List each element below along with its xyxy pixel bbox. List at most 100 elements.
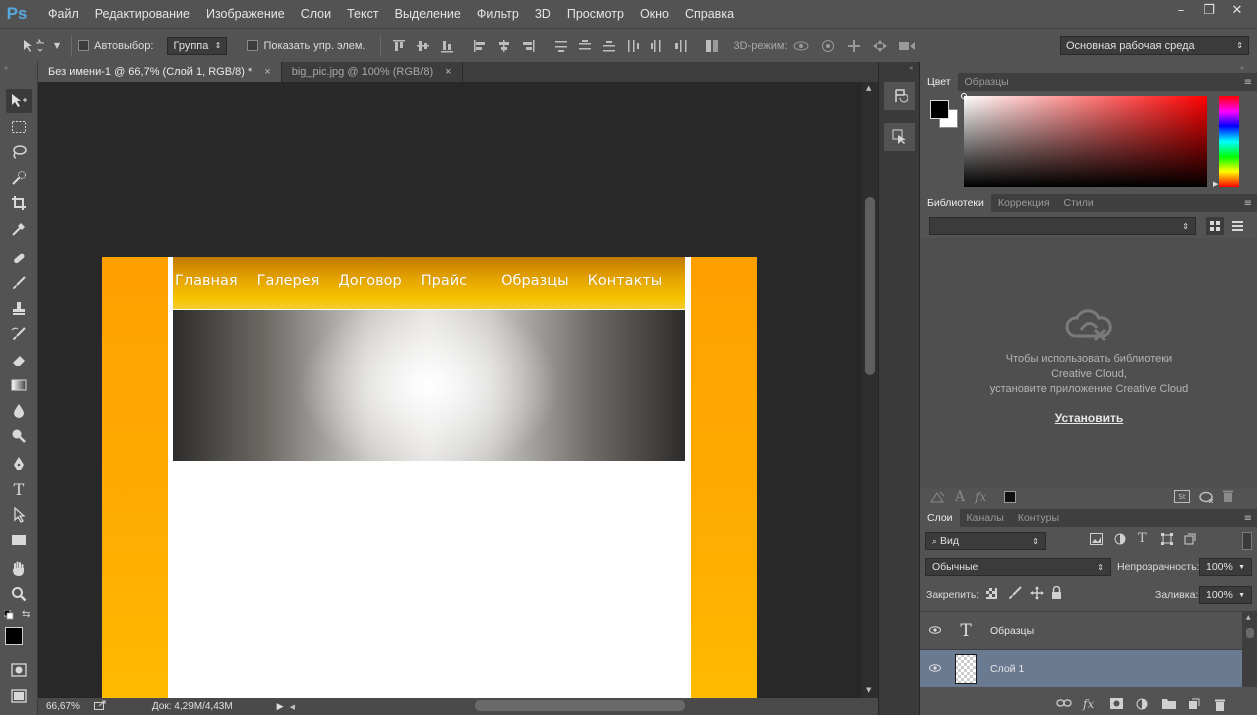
crop-tool-icon[interactable] bbox=[6, 191, 32, 215]
eyedropper-tool-icon[interactable] bbox=[6, 217, 32, 241]
horizontal-scroll-thumb[interactable] bbox=[475, 700, 685, 711]
color-panel-foreground-swatch-top[interactable] bbox=[930, 100, 949, 119]
tab-channels[interactable]: Каналы bbox=[960, 509, 1011, 527]
tab-untitled-1[interactable]: Без имени-1 @ 66,7% (Слой 1, RGB/8) * × bbox=[38, 62, 282, 82]
fill-input[interactable]: 100% ▼ bbox=[1199, 586, 1252, 604]
panel-menu-icon[interactable]: ≡ bbox=[1244, 77, 1252, 88]
document-canvas[interactable]: Главная Галерея Договор Прайс Образцы Ко… bbox=[102, 257, 757, 698]
tab-swatches[interactable]: Образцы bbox=[958, 73, 1016, 91]
minimize-button[interactable]: – bbox=[1167, 0, 1195, 20]
3d-rotate-icon[interactable] bbox=[792, 39, 810, 53]
3d-slide-icon[interactable] bbox=[872, 39, 888, 53]
chevron-down-icon[interactable]: ▼ bbox=[54, 41, 60, 50]
add-color-icon[interactable] bbox=[1004, 491, 1016, 503]
link-layers-icon[interactable] bbox=[1056, 698, 1072, 708]
cc-sync-icon[interactable] bbox=[1198, 489, 1214, 503]
path-selection-tool-icon[interactable] bbox=[6, 503, 32, 527]
add-mask-icon[interactable] bbox=[1110, 698, 1123, 709]
add-character-style-icon[interactable]: A bbox=[955, 489, 965, 505]
dodge-tool-icon[interactable] bbox=[6, 424, 32, 448]
chevron-down-icon[interactable]: ▼ bbox=[1238, 592, 1245, 599]
panel-menu-icon[interactable]: ≡ bbox=[1244, 198, 1252, 209]
chevron-down-icon[interactable]: ▼ bbox=[1238, 564, 1245, 571]
new-adjustment-layer-icon[interactable] bbox=[1136, 698, 1148, 710]
workspace-dropdown[interactable]: Основная рабочая среда ⇕ bbox=[1060, 36, 1249, 55]
distribute-vcenter-icon[interactable] bbox=[578, 39, 592, 53]
scroll-left-icon[interactable]: ◀ bbox=[290, 703, 295, 711]
menu-filter[interactable]: Фильтр bbox=[477, 7, 519, 21]
opacity-input[interactable]: 100% ▼ bbox=[1199, 558, 1252, 576]
default-colors-icon[interactable] bbox=[3, 609, 14, 620]
menu-image[interactable]: Изображение bbox=[206, 7, 285, 21]
auto-align-icon[interactable] bbox=[705, 39, 719, 53]
collapse-arrows-icon[interactable]: » bbox=[4, 64, 8, 72]
lasso-tool-icon[interactable] bbox=[6, 140, 32, 164]
distribute-right-icon[interactable] bbox=[674, 39, 688, 53]
tab-layers[interactable]: Слои bbox=[920, 509, 960, 527]
show-controls-checkbox[interactable] bbox=[247, 40, 259, 51]
collapse-arrows-icon[interactable]: « bbox=[909, 64, 913, 72]
rectangle-tool-icon[interactable] bbox=[6, 528, 32, 552]
menu-select[interactable]: Выделение bbox=[395, 7, 461, 21]
tab-big-pic[interactable]: big_pic.jpg @ 100% (RGB/8) × bbox=[282, 62, 463, 82]
eye-visibility-icon[interactable] bbox=[920, 624, 950, 637]
lock-transparent-pixels-icon[interactable] bbox=[986, 588, 997, 599]
align-top-icon[interactable] bbox=[392, 39, 406, 53]
distribute-left-icon[interactable] bbox=[626, 39, 640, 53]
gradient-tool-icon[interactable] bbox=[6, 373, 32, 397]
filter-type-layer-icon[interactable]: T bbox=[1138, 531, 1147, 546]
eraser-tool-icon[interactable] bbox=[6, 348, 32, 372]
distribute-hcenter-icon[interactable] bbox=[650, 39, 664, 53]
distribute-bottom-icon[interactable] bbox=[602, 39, 616, 53]
grid-view-icon[interactable] bbox=[1206, 217, 1224, 235]
autoselect-dropdown[interactable]: Группа ⇕ bbox=[167, 36, 228, 55]
vertical-scroll-thumb[interactable] bbox=[865, 197, 875, 375]
3d-pan-icon[interactable] bbox=[846, 39, 862, 53]
delete-layer-trash-icon[interactable] bbox=[1214, 698, 1226, 711]
lock-image-pixels-icon[interactable] bbox=[1008, 586, 1022, 600]
layer-name[interactable]: Образцы bbox=[990, 625, 1034, 637]
zoom-tool-icon[interactable] bbox=[6, 582, 32, 606]
restore-button[interactable]: ❐ bbox=[1195, 0, 1223, 20]
foreground-color-swatch[interactable] bbox=[5, 627, 23, 645]
panel-menu-icon[interactable]: ≡ bbox=[1244, 513, 1252, 524]
color-picker-marker[interactable] bbox=[961, 93, 967, 99]
stock-icon[interactable]: St bbox=[1174, 490, 1190, 503]
tab-libraries[interactable]: Библиотеки bbox=[920, 194, 991, 212]
marquee-tool-icon[interactable] bbox=[6, 115, 32, 139]
menu-3d[interactable]: 3D bbox=[535, 7, 551, 21]
filter-toggle-switch[interactable] bbox=[1242, 532, 1252, 550]
layers-scrollbar[interactable]: ▲ bbox=[1242, 611, 1257, 687]
type-tool-icon[interactable]: T bbox=[6, 477, 32, 501]
add-graphic-icon[interactable] bbox=[930, 490, 946, 504]
scroll-down-icon[interactable]: ▼ bbox=[866, 686, 871, 694]
scroll-up-icon[interactable]: ▲ bbox=[1246, 614, 1251, 621]
menu-help[interactable]: Справка bbox=[685, 7, 734, 21]
filter-adjustment-layer-icon[interactable] bbox=[1114, 533, 1126, 545]
menu-window[interactable]: Окно bbox=[640, 7, 669, 21]
vertical-scrollbar[interactable]: ▲ ▼ bbox=[862, 82, 878, 698]
screen-mode-icon[interactable] bbox=[6, 684, 32, 708]
distribute-top-icon[interactable] bbox=[554, 39, 568, 53]
layer-filter-dropdown[interactable]: ⌕ Вид ⇕ bbox=[925, 532, 1046, 550]
menu-file[interactable]: Файл bbox=[48, 7, 79, 21]
align-vcenter-icon[interactable] bbox=[416, 39, 430, 53]
filter-smart-object-icon[interactable] bbox=[1184, 533, 1196, 545]
history-brush-tool-icon[interactable] bbox=[6, 322, 32, 346]
canvas-area[interactable]: Главная Галерея Договор Прайс Образцы Ко… bbox=[38, 82, 878, 698]
new-layer-icon[interactable] bbox=[1188, 698, 1200, 710]
layer-name[interactable]: Слой 1 bbox=[990, 663, 1024, 675]
lock-all-icon[interactable] bbox=[1051, 586, 1062, 599]
3d-scale-icon[interactable] bbox=[898, 39, 916, 53]
menu-layers[interactable]: Слои bbox=[301, 7, 331, 21]
new-group-folder-icon[interactable] bbox=[1162, 698, 1176, 709]
tool-presets-panel-icon[interactable] bbox=[884, 123, 915, 151]
layers-scroll-thumb[interactable] bbox=[1246, 628, 1254, 638]
clone-stamp-tool-icon[interactable] bbox=[6, 297, 32, 321]
library-dropdown[interactable]: ⇕ bbox=[929, 217, 1196, 235]
brush-tool-icon[interactable] bbox=[6, 271, 32, 295]
color-spectrum-field[interactable] bbox=[964, 96, 1207, 187]
layer-row-pixel[interactable]: Слой 1 bbox=[920, 649, 1242, 687]
healing-brush-tool-icon[interactable] bbox=[6, 246, 32, 270]
align-right-icon[interactable] bbox=[521, 39, 535, 53]
